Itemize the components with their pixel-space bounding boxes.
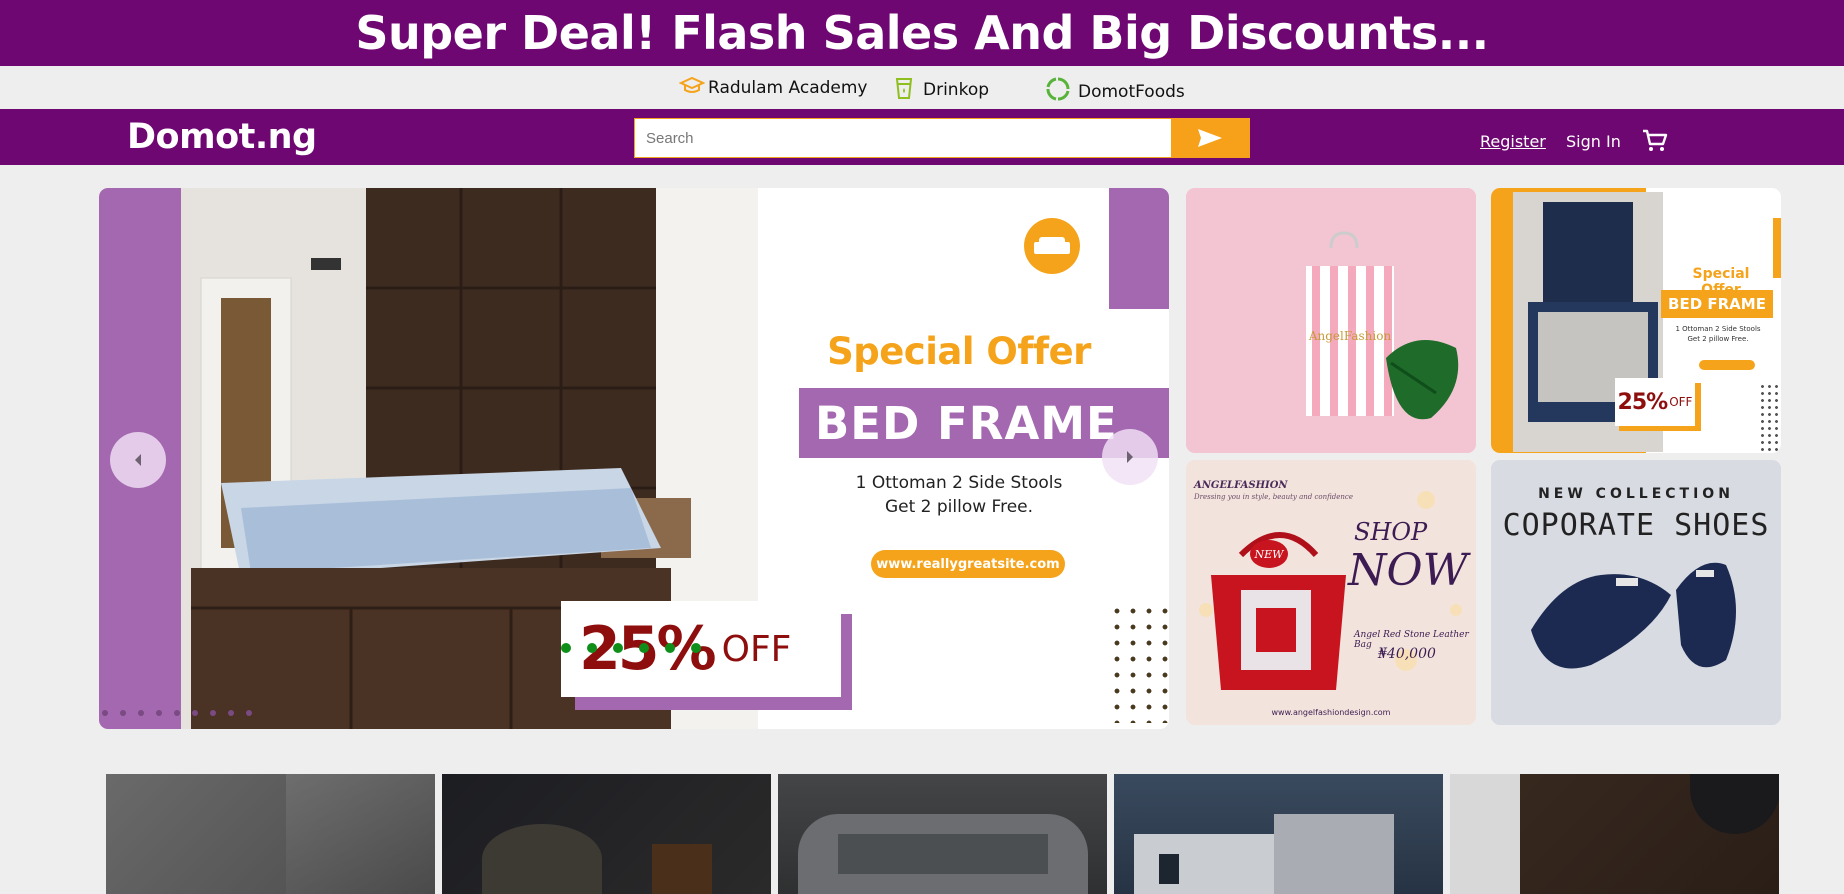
category-thumbnail[interactable] — [778, 774, 1107, 894]
sofa-badge — [1024, 218, 1080, 274]
register-link[interactable]: Register — [1480, 132, 1546, 151]
search-bar — [634, 118, 1250, 158]
carousel-dot — [210, 710, 216, 716]
special-offer-heading: Special Offer — [827, 330, 1091, 373]
cart-icon — [1643, 129, 1668, 151]
carousel-dot — [228, 710, 234, 716]
promo-tile-shoes[interactable]: NEW COLLECTION COPORATE SHOES — [1491, 460, 1781, 725]
sofa-icon — [1034, 237, 1070, 254]
tile-bed-discount: 25% OFF — [1615, 378, 1695, 426]
tile-shop-price: ₦40,000 — [1378, 646, 1436, 662]
chevron-left-icon — [135, 454, 141, 466]
carousel-accent-strip — [1109, 188, 1169, 309]
tile-bag-brand: AngelFashion — [1308, 329, 1392, 343]
site-logo[interactable]: Domot.ng — [127, 117, 317, 157]
category-thumbnail[interactable] — [442, 774, 771, 894]
category-thumbnail[interactable] — [106, 774, 435, 894]
partner-link-domotfoods[interactable]: DomotFoods — [1045, 76, 1185, 102]
promo-line-2: Get 2 pillow Free. — [884, 497, 1034, 517]
carousel-dot — [246, 710, 252, 716]
partner-label: Drinkop — [923, 80, 990, 100]
main-navbar: Domot.ng Register Sign In — [0, 109, 1844, 165]
carousel-dot — [156, 710, 162, 716]
partner-label: DomotFoods — [1078, 82, 1185, 102]
promo-headline: Super Deal! Flash Sales And Big Discount… — [355, 6, 1489, 60]
carousel-dot — [102, 710, 108, 716]
tile-bed-discount-percent: 25% — [1617, 389, 1669, 415]
search-input[interactable] — [635, 119, 1171, 157]
cup-icon — [895, 78, 913, 99]
shopping-bag-illustration — [1186, 188, 1476, 453]
promo-line-1: 1 Ottoman 2 Side Stools — [855, 473, 1063, 493]
category-thumbnail[interactable] — [1450, 774, 1779, 894]
tile-bed-line1: 1 Ottoman 2 Side Stools — [1675, 325, 1761, 333]
carousel-dot — [174, 710, 180, 716]
circle-arrows-icon — [1046, 77, 1070, 101]
tile-shop-tagline: Dressing you in style, beauty and confid… — [1194, 493, 1353, 501]
tile-bed-frame: BED FRAME — [1661, 290, 1773, 318]
partner-links-bar: Radulam Academy Drinkop DomotFoods — [0, 66, 1844, 109]
search-submit-button[interactable] — [1171, 119, 1249, 157]
tile-new-badge: NEW — [1250, 540, 1288, 568]
tile-now-word: NOW — [1348, 545, 1468, 596]
carousel-next-button[interactable] — [1102, 429, 1158, 485]
sign-in-link[interactable]: Sign In — [1566, 132, 1621, 151]
promo-tile-shop-now[interactable]: ANGELFASHION Dressing you in style, beau… — [1186, 460, 1476, 725]
carousel-indicators[interactable] — [99, 710, 264, 716]
green-dots-overlay — [561, 643, 717, 653]
promo-banner: Super Deal! Flash Sales And Big Discount… — [0, 0, 1844, 66]
decorative-dot-grid — [1109, 603, 1169, 723]
tile-bed-discount-off: OFF — [1669, 395, 1693, 409]
graduation-cap-icon — [679, 76, 705, 93]
carousel-dot — [138, 710, 144, 716]
promo-tile-shopping-bag[interactable]: AngelFashion — [1186, 188, 1476, 453]
website-pill: www.reallygreatsite.com — [871, 550, 1065, 578]
carousel-dot — [120, 710, 126, 716]
partner-link-radulam-academy[interactable]: Radulam Academy — [679, 76, 868, 98]
send-icon — [1198, 129, 1222, 147]
promo-tile-bed-offer[interactable]: Special Offer BED FRAME 1 Ottoman 2 Side… — [1491, 188, 1781, 453]
carousel-prev-button[interactable] — [110, 432, 166, 488]
tile-shoes-heading: NEW COLLECTION — [1538, 486, 1734, 502]
chevron-right-icon — [1127, 451, 1133, 463]
tile-shop-brand: ANGELFASHION — [1194, 480, 1288, 491]
tile-bed-line2: Get 2 pillow Free. — [1687, 335, 1749, 343]
tile-shop-word: SHOP — [1354, 518, 1428, 546]
hero-carousel[interactable]: Special Offer BED FRAME 1 Ottoman 2 Side… — [99, 188, 1169, 729]
tile-shoes-title: COPORATE SHOES — [1502, 508, 1770, 543]
category-thumbnail[interactable] — [1114, 774, 1443, 894]
discount-off-label: OFF — [721, 628, 792, 670]
tile-shop-site: www.angelfashiondesign.com — [1271, 708, 1391, 717]
partner-link-drinkop[interactable]: Drinkop — [892, 76, 989, 100]
partner-label: Radulam Academy — [708, 78, 868, 98]
carousel-dot — [192, 710, 198, 716]
cart-button[interactable] — [1642, 129, 1668, 158]
